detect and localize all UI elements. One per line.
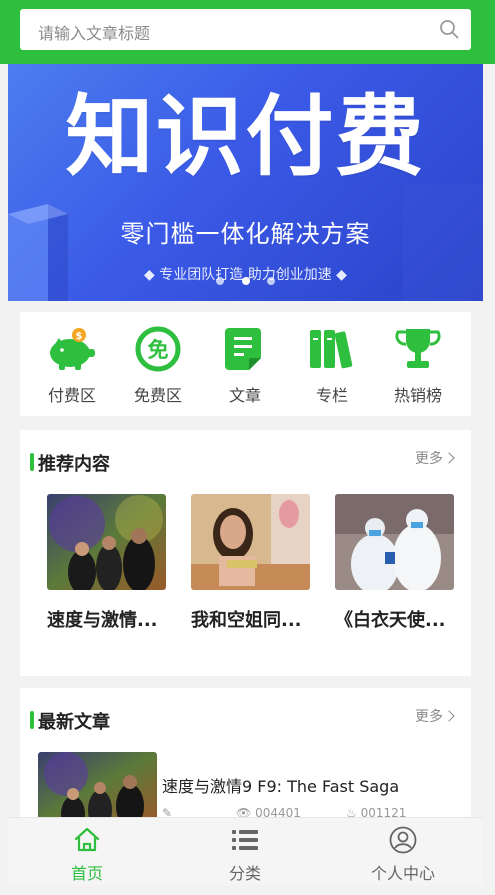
quick-link-bestsellers[interactable]: 热销榜 [383,326,453,406]
recommended-item-name: 速度与激情... [47,610,158,631]
recommended-section: 推荐内容 更多 速度与激情... 我和空姐同... 《白衣天使... [20,430,471,676]
svg-text:$: $ [76,331,83,342]
more-label: 更多 [415,709,443,725]
search-icon[interactable] [439,19,459,39]
top-bar: 请输入文章标题 [0,0,495,64]
quick-link-paid[interactable]: $ 付费区 [37,326,107,406]
quick-link-column[interactable]: 专栏 [297,326,367,406]
carousel-indicators [8,270,483,289]
user-icon [389,826,417,854]
piggy-bank-icon: $ [50,328,95,370]
article-title: 速度与激情9 F9: The Fast Saga [162,777,400,796]
quick-link-label: 文章 [228,386,261,405]
article-thumbnail-image [38,752,157,822]
free-badge-icon: 免 [135,326,181,372]
list-icon [232,830,258,850]
search-input[interactable]: 请输入文章标题 [20,9,471,50]
tab-profile[interactable]: 个人中心 [328,826,478,884]
more-label: 更多 [415,451,443,467]
movie-poster-image [191,494,310,590]
quick-link-label: 专栏 [315,386,348,405]
tab-category[interactable]: 分类 [170,826,320,884]
banner-title: 知识付费 [65,85,426,188]
carousel-dot-active[interactable] [241,277,250,285]
quick-link-label: 热销榜 [393,386,442,405]
tab-label: 个人中心 [370,864,435,883]
bottom-tab-bar: 首页 分类 个人中心 [0,817,495,895]
tab-label: 首页 [70,864,103,883]
banner-carousel[interactable]: 知识付费 零门槛一体化解决方案 ◆ 专业团队打造 助力创业加速 ◆ [8,64,483,301]
article-item[interactable]: 速度与激情9 F9: The Fast Saga ✎ 👁 004401 ♨ 00… [38,752,473,822]
quick-link-label: 免费区 [133,386,182,405]
svg-text:免: 免 [148,338,169,362]
tab-label: 分类 [228,864,261,883]
home-icon [74,827,100,852]
movie-poster-image [335,494,454,590]
tab-home[interactable]: 首页 [12,826,162,884]
books-icon [310,330,353,369]
recommended-item-name: 《白衣天使... [335,610,446,631]
section-title: 最新文章 [30,708,110,734]
carousel-dot[interactable] [266,277,275,285]
tab-bar-inner: 首页 分类 个人中心 [8,817,483,885]
latest-articles-section: 最新文章 更多 速度与激情9 F9: The Fast Saga ✎ 👁 004… [20,688,471,828]
recommended-item[interactable]: 《白衣天使... [335,494,454,632]
quick-link-article[interactable]: 文章 [210,326,280,406]
trophy-icon [395,329,441,368]
quick-link-free[interactable]: 免 免费区 [123,326,193,406]
banner-subtitle: 零门槛一体化解决方案 [120,220,371,248]
movie-poster-image [47,494,166,590]
more-link[interactable]: 更多 [415,448,455,468]
recommended-item[interactable]: 我和空姐同... [191,494,310,632]
search-placeholder: 请输入文章标题 [38,24,151,43]
recommended-item-name: 我和空姐同... [191,610,302,631]
section-title: 推荐内容 [30,450,110,476]
quick-links-panel: $ 付费区 免 免费区 文章 专栏 热销榜 [20,312,471,416]
quick-link-label: 付费区 [47,386,96,405]
more-link[interactable]: 更多 [415,706,455,726]
document-icon [225,328,261,370]
chevron-right-icon [443,710,455,722]
chevron-right-icon [443,452,455,464]
carousel-dot[interactable] [216,277,225,285]
recommended-item[interactable]: 速度与激情... [47,494,166,632]
